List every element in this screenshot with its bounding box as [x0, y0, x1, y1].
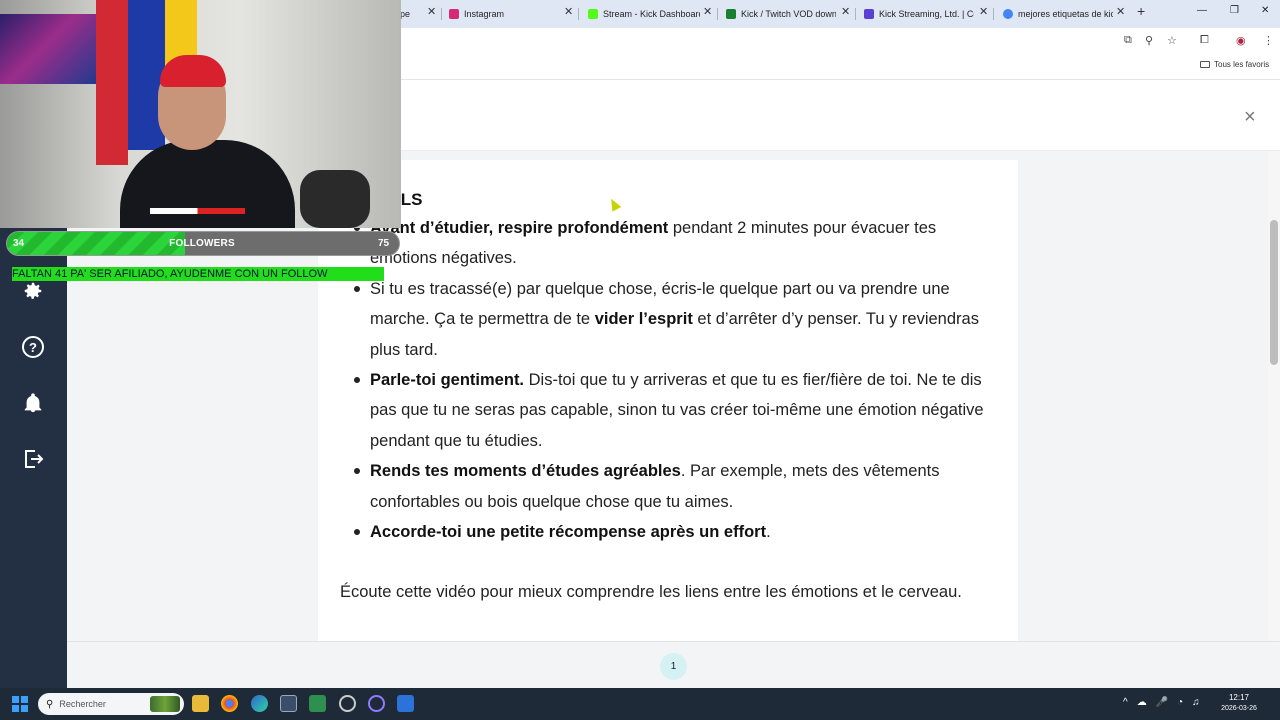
tab-close-icon[interactable]: ✕: [1116, 5, 1125, 18]
store-icon[interactable]: [280, 695, 297, 712]
stream-ticker: FALTAN 41 PA' SER AFILIADO, AYUDENME CON…: [12, 267, 384, 281]
list-item: Rends tes moments d’études agréables. Pa…: [354, 456, 1000, 517]
video-note: Écoute cette vidéo pour mieux comprendre…: [340, 583, 962, 601]
page-number-button[interactable]: 1: [660, 653, 687, 680]
search-icon: ⚲: [46, 698, 54, 710]
advice-text: .: [766, 523, 771, 542]
advice-bold: vider l’esprit: [594, 310, 693, 329]
followers-goal: 75: [378, 238, 390, 249]
tab-close-icon[interactable]: ✕: [564, 5, 573, 18]
tab-separator: [717, 8, 718, 20]
tab-separator: [993, 8, 994, 20]
webcam-chair: [300, 170, 370, 228]
advice-bold: Parle-toi gentiment.: [370, 371, 525, 390]
tab-close-icon[interactable]: ✕: [841, 5, 850, 18]
tab-title: Kick Streaming, Ltd. | Co: [879, 9, 974, 19]
tab-title: Stream - Kick Dashboard: [603, 9, 700, 19]
browser-menu-icon[interactable]: ⋮: [1263, 34, 1274, 47]
taskbar-clock-date[interactable]: 2026-03-26: [1220, 705, 1258, 712]
google-icon: [1003, 9, 1013, 19]
bookmark-folder-all[interactable]: Tous les favoris: [1200, 60, 1269, 69]
gear-icon[interactable]: [19, 277, 47, 305]
spreadsheet-icon[interactable]: [309, 695, 326, 712]
folder-icon: [1200, 61, 1210, 68]
bell-icon[interactable]: [19, 389, 47, 417]
taskbar-search-placeholder: Rechercher: [59, 699, 106, 709]
tab-close-icon[interactable]: ✕: [427, 5, 436, 18]
list-item: Si tu es tracassé(e) par quelque chose, …: [354, 274, 1000, 365]
document-app-icon[interactable]: [397, 695, 414, 712]
tab-close-icon[interactable]: ✕: [979, 5, 988, 18]
tab-close-icon[interactable]: ✕: [703, 5, 712, 18]
taskbar-clock-time[interactable]: 12:17: [1220, 693, 1258, 702]
webcam-flag: [96, 0, 128, 165]
browser-tab[interactable]: Instagram: [449, 4, 564, 24]
new-tab-button[interactable]: +: [1137, 3, 1145, 19]
minimize-icon[interactable]: —: [1197, 5, 1207, 16]
advice-list: Avant d’étudier, respire profondément pe…: [354, 213, 1000, 547]
taskbar-search-box[interactable]: ⚲ Rechercher: [38, 693, 184, 715]
list-item: Parle-toi gentiment. Dis-toi que tu y ar…: [354, 365, 1000, 456]
list-item: Accorde-toi une petite récompense après …: [354, 517, 1000, 547]
bullet: [354, 285, 360, 292]
tab-title: mejores etiquetas de kic: [1018, 9, 1113, 19]
list-item: Avant d’étudier, respire profondément pe…: [354, 213, 1000, 274]
browser-tab[interactable]: Stream - Kick Dashboard: [588, 4, 700, 24]
webcam-feed: [0, 0, 401, 228]
system-tray-icons[interactable]: ^☁🎤◔♫: [1123, 697, 1209, 708]
file-explorer-icon[interactable]: [192, 695, 209, 712]
help-icon[interactable]: ?: [19, 333, 47, 361]
advice-bold: Accorde-toi une petite récompense après …: [370, 523, 767, 542]
svg-text:?: ?: [29, 340, 37, 355]
kick-icon: [588, 9, 598, 19]
browser-tab[interactable]: Kick / Twitch VOD downl: [726, 4, 836, 24]
obs-icon[interactable]: [339, 695, 356, 712]
kick-ltd-icon: [864, 9, 874, 19]
tab-title: Kick / Twitch VOD downl: [741, 9, 836, 19]
bookmark-star-icon[interactable]: ☆: [1167, 34, 1177, 47]
followers-label: FOLLOWERS: [169, 238, 235, 249]
bookmark-folder-label: Tous les favoris: [1214, 60, 1270, 69]
webcam-tv: [0, 14, 100, 84]
profile-avatar-icon[interactable]: ◉: [1236, 34, 1246, 47]
search-highlight-image: [150, 696, 180, 712]
tab-separator: [578, 8, 579, 20]
tab-separator: [855, 8, 856, 20]
download-site-icon: [726, 9, 736, 19]
install-app-icon[interactable]: ⧉: [1124, 34, 1132, 47]
advice-bold: Rends tes moments d’études agréables: [370, 462, 681, 481]
extensions-icon[interactable]: ⧠: [1200, 34, 1209, 47]
bullet: [354, 377, 360, 384]
close-icon[interactable]: ×: [1244, 106, 1256, 129]
edge-icon[interactable]: [251, 695, 268, 712]
webcam-shirt-stripe: [150, 208, 245, 214]
instagram-icon: [449, 9, 459, 19]
tab-separator: [441, 8, 442, 20]
tab-title: Instagram: [464, 9, 505, 19]
logout-icon[interactable]: [19, 445, 47, 473]
scrollbar-thumb[interactable]: [1270, 220, 1278, 365]
restore-icon[interactable]: ❐: [1230, 5, 1239, 16]
window-close-icon[interactable]: ✕: [1261, 5, 1269, 16]
browser-tab[interactable]: Kick Streaming, Ltd. | Co: [864, 4, 974, 24]
chrome-icon[interactable]: [221, 695, 238, 712]
tab-title: pe: [400, 9, 411, 19]
advice-bold: Avant d’étudier, respire profondément: [370, 219, 669, 237]
windows-start-icon[interactable]: [12, 696, 28, 712]
browser-tab[interactable]: mejores etiquetas de kic: [1003, 4, 1113, 24]
recording-app-icon[interactable]: [368, 695, 385, 712]
zoom-icon[interactable]: ⚲: [1145, 34, 1153, 47]
